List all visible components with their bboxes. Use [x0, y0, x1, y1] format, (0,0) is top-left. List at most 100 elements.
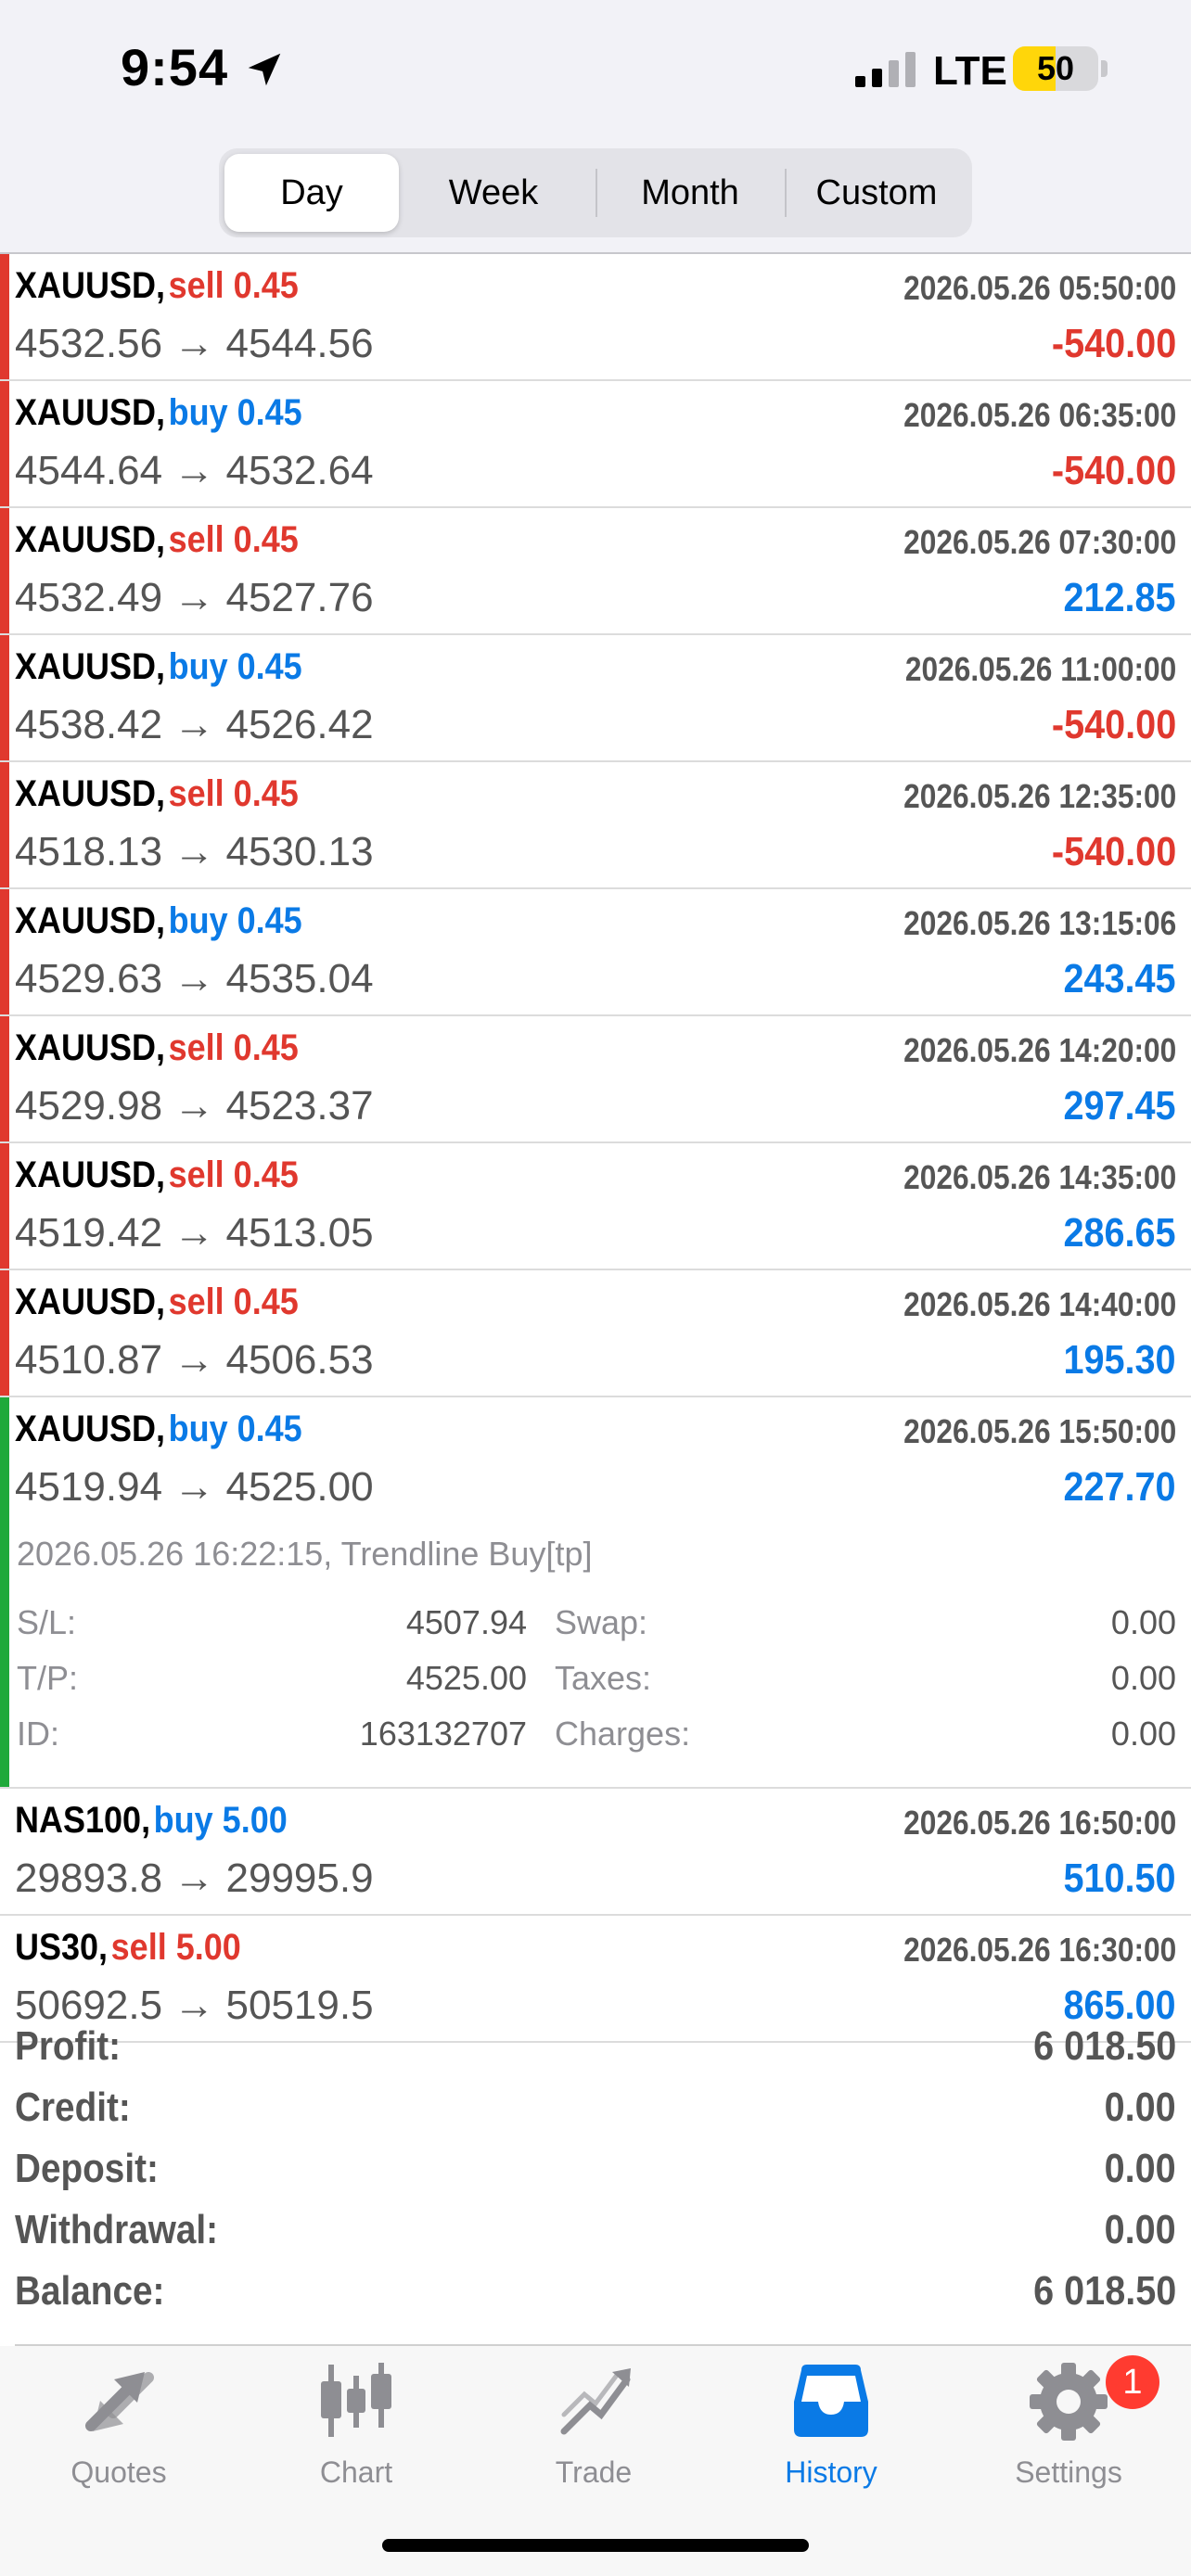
tab-trade-label: Trade	[555, 2455, 633, 2489]
deal-symbol: US30,sell 5.00	[15, 1927, 241, 1969]
deal-time: 2026.05.26 14:40:00	[903, 1285, 1176, 1323]
deal-side: sell 0.45	[168, 1154, 299, 1195]
deal-profit: -540.00	[1051, 702, 1176, 747]
deal-side: sell 0.45	[168, 519, 299, 560]
deal-row[interactable]: XAUUSD,buy 0.45 2026.05.26 11:00:00 4538.4…	[0, 635, 1191, 762]
network-label: LTE	[933, 48, 1007, 94]
tab-settings[interactable]: 1 Settings	[950, 2346, 1187, 2504]
deal-time: 2026.05.26 13:15:06	[903, 904, 1176, 942]
deal-side: buy 0.45	[168, 646, 302, 687]
summary-label: Profit:	[15, 2023, 121, 2069]
charges-value: 0.00	[1110, 1715, 1176, 1753]
deal-row[interactable]: XAUUSD,buy 0.45 2026.05.26 13:15:06 4529.6…	[0, 889, 1191, 1016]
battery-tip	[1101, 60, 1108, 77]
deal-indicator-bar	[0, 1397, 9, 1787]
tab-quotes-label: Quotes	[70, 2455, 167, 2489]
period-segmented-control: Day Week Month Custom	[219, 148, 972, 237]
deal-time: 2026.05.26 14:35:00	[903, 1158, 1176, 1196]
deal-symbol-name: XAUUSD,	[15, 519, 166, 560]
swap-label: Swap:	[555, 1603, 648, 1641]
deal-symbol-name: NAS100,	[15, 1800, 151, 1841]
period-month[interactable]: Month	[599, 154, 781, 232]
deal-prices: 4519.42 → 4513.05	[15, 1210, 374, 1256]
tab-trade[interactable]: Trade	[475, 2346, 712, 2504]
summary-row: Balance: 6 018.50	[15, 2268, 1176, 2329]
taxes-label: Taxes:	[555, 1659, 652, 1697]
deal-time: 2026.05.26 05:50:00	[903, 269, 1176, 307]
deal-prices: 4538.42 → 4526.42	[15, 702, 374, 747]
tab-chart-label: Chart	[319, 2455, 393, 2489]
summary-label: Withdrawal:	[15, 2207, 219, 2252]
period-filter-bar: Day Week Month Custom	[0, 139, 1191, 254]
deal-row[interactable]: XAUUSD,sell 0.45 2026.05.26 14:40:00 4510.…	[0, 1270, 1191, 1397]
deal-symbol: XAUUSD,sell 0.45	[15, 773, 299, 815]
summary-value: 6 018.50	[1032, 2268, 1176, 2314]
deal-symbol: XAUUSD,sell 0.45	[15, 1027, 299, 1069]
deal-prices: 4529.98 → 4523.37	[15, 1083, 374, 1129]
deal-row[interactable]: NAS100,buy 5.00 2026.05.26 16:50:00 29893.…	[0, 1789, 1191, 1916]
deal-indicator-bar	[0, 381, 9, 506]
deal-indicator-bar	[0, 1143, 9, 1269]
summary-value: 6 018.50	[1032, 2023, 1176, 2069]
deal-id-label: ID:	[17, 1715, 60, 1753]
deal-row[interactable]: XAUUSD,sell 0.45 2026.05.26 12:35:00 4518.…	[0, 762, 1191, 889]
battery-icon: 50	[1013, 46, 1098, 91]
period-day[interactable]: Day	[224, 154, 399, 232]
tab-history[interactable]: History	[712, 2346, 950, 2504]
deal-row[interactable]: XAUUSD,sell 0.45 2026.05.26 14:20:00 4529.…	[0, 1016, 1191, 1143]
deal-time: 2026.05.26 12:35:00	[903, 777, 1176, 815]
deal-symbol: NAS100,buy 5.00	[15, 1800, 288, 1842]
status-time: 9:54	[121, 38, 229, 96]
deal-profit: 195.30	[1063, 1337, 1176, 1383]
deal-symbol-name: XAUUSD,	[15, 392, 166, 433]
deal-indicator-bar	[0, 889, 9, 1014]
deal-symbol-name: XAUUSD,	[15, 773, 166, 814]
deal-symbol-name: XAUUSD,	[15, 1154, 166, 1195]
deal-indicator-bar	[0, 762, 9, 887]
deal-prices: 29893.8 → 29995.9	[15, 1855, 374, 1901]
deal-prices: 4529.63 → 4535.04	[15, 956, 374, 1001]
deal-row[interactable]: XAUUSD,buy 0.45 2026.05.26 06:35:00 4544.6…	[0, 381, 1191, 508]
deal-symbol: XAUUSD,sell 0.45	[15, 1154, 299, 1196]
segment-divider	[596, 169, 597, 217]
deal-symbol: XAUUSD,sell 0.45	[15, 519, 299, 561]
period-custom[interactable]: Custom	[787, 154, 967, 232]
summary-value: 0.00	[1104, 2207, 1176, 2252]
chart-icon	[321, 2363, 391, 2437]
account-summary: Profit: 6 018.50 Credit: 0.00 Deposit: 0.00 Wi…	[0, 2010, 1191, 2344]
tab-chart[interactable]: Chart	[237, 2346, 475, 2504]
tab-settings-label: Settings	[1015, 2455, 1122, 2489]
taxes-value: 0.00	[1110, 1659, 1176, 1697]
deal-profit: -540.00	[1051, 448, 1176, 493]
deal-profit: -540.00	[1051, 829, 1176, 874]
deal-row[interactable]: XAUUSD,sell 0.45 2026.05.26 07:30:00 4532.…	[0, 508, 1191, 635]
stop-loss-label: S/L:	[17, 1603, 77, 1641]
quotes-icon	[85, 2372, 154, 2431]
deal-row[interactable]: XAUUSD,sell 0.45 2026.05.26 05:50:00 4532.…	[0, 254, 1191, 381]
deal-time: 2026.05.26 07:30:00	[903, 523, 1176, 561]
deal-prices: 4510.87 → 4506.53	[15, 1337, 374, 1383]
take-profit-label: T/P:	[17, 1659, 79, 1697]
deal-symbol-name: XAUUSD,	[15, 265, 166, 306]
deal-time: 2026.05.26 15:50:00	[903, 1412, 1176, 1450]
settings-icon	[1030, 2363, 1108, 2441]
deal-time: 2026.05.26 11:00:00	[904, 650, 1176, 688]
deal-symbol-name: XAUUSD,	[15, 1282, 166, 1322]
deal-symbol: XAUUSD,sell 0.45	[15, 1282, 299, 1323]
summary-row: Profit: 6 018.50	[15, 2023, 1176, 2085]
summary-row: Withdrawal: 0.00	[15, 2207, 1176, 2268]
deal-indicator-bar	[0, 254, 9, 379]
deal-id-value: 163132707	[359, 1715, 527, 1753]
deal-row[interactable]: XAUUSD,buy 0.45 2026.05.26 15:50:00 4519.9…	[0, 1397, 1191, 1789]
period-week[interactable]: Week	[401, 154, 586, 232]
deal-side: buy 5.00	[153, 1800, 288, 1841]
summary-row: Deposit: 0.00	[15, 2146, 1176, 2207]
deal-side: sell 0.45	[168, 773, 299, 814]
deal-time: 2026.05.26 16:30:00	[903, 1931, 1176, 1969]
deal-row[interactable]: XAUUSD,sell 0.45 2026.05.26 14:35:00 4519.…	[0, 1143, 1191, 1270]
deal-profit: 286.65	[1063, 1210, 1176, 1256]
deal-symbol: XAUUSD,buy 0.45	[15, 1409, 302, 1450]
tab-quotes[interactable]: Quotes	[0, 2346, 237, 2504]
deal-symbol-name: XAUUSD,	[15, 900, 166, 941]
deal-indicator-bar	[0, 635, 9, 760]
